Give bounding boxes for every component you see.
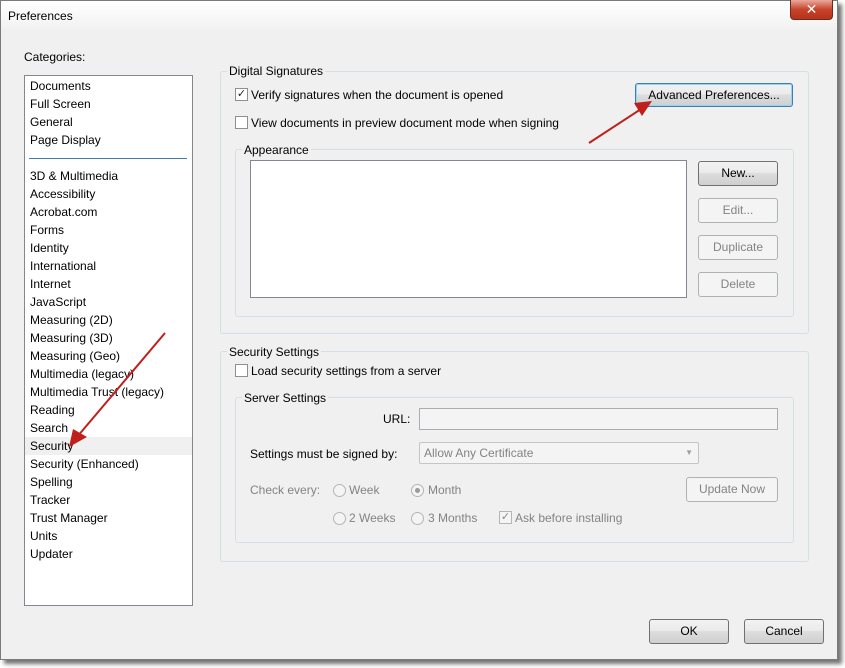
close-icon: ✕ bbox=[805, 1, 818, 17]
signed-by-select[interactable]: Allow Any Certificate ▼ bbox=[419, 442, 699, 464]
week-label[interactable]: Week bbox=[349, 483, 379, 497]
check-icon: ✓ bbox=[236, 88, 247, 100]
security-settings-title: Security Settings bbox=[227, 345, 322, 359]
three-months-radio[interactable] bbox=[411, 512, 424, 525]
two-weeks-radio[interactable] bbox=[333, 512, 346, 525]
signed-by-label: Settings must be signed by: bbox=[250, 447, 398, 461]
category-item[interactable]: Multimedia (legacy) bbox=[25, 365, 192, 383]
category-item[interactable]: General bbox=[25, 113, 192, 131]
category-item[interactable]: Spelling bbox=[25, 473, 192, 491]
week-radio[interactable] bbox=[333, 484, 346, 497]
month-radio[interactable] bbox=[411, 484, 424, 497]
category-item[interactable]: Measuring (2D) bbox=[25, 311, 192, 329]
dropdown-arrow-icon: ▼ bbox=[685, 448, 693, 457]
categories-separator bbox=[29, 158, 187, 159]
edit-appearance-button[interactable]: Edit... bbox=[698, 198, 778, 223]
appearance-title: Appearance bbox=[242, 143, 311, 157]
digital-signatures-title: Digital Signatures bbox=[227, 64, 326, 78]
signed-by-value: Allow Any Certificate bbox=[424, 446, 534, 460]
category-item[interactable]: International bbox=[25, 257, 192, 275]
categories-list[interactable]: Documents Full Screen General Page Display 3… bbox=[24, 75, 193, 606]
duplicate-appearance-button[interactable]: Duplicate bbox=[698, 235, 778, 260]
server-settings-title: Server Settings bbox=[242, 391, 329, 405]
three-months-label[interactable]: 3 Months bbox=[428, 511, 477, 525]
load-security-label[interactable]: Load security settings from a server bbox=[251, 364, 441, 378]
preview-mode-checkbox[interactable] bbox=[235, 116, 248, 129]
title-bar: Preferences ✕ bbox=[1, 0, 837, 29]
category-item[interactable]: Security bbox=[25, 437, 192, 455]
cancel-button[interactable]: Cancel bbox=[744, 619, 824, 644]
category-item[interactable]: Security (Enhanced) bbox=[25, 455, 192, 473]
category-item[interactable]: Full Screen bbox=[25, 95, 192, 113]
categories-label: Categories: bbox=[24, 50, 86, 64]
close-button[interactable]: ✕ bbox=[790, 0, 833, 20]
category-item[interactable]: Identity bbox=[25, 239, 192, 257]
verify-signatures-checkbox[interactable]: ✓ bbox=[235, 88, 248, 101]
check-icon: ✓ bbox=[500, 511, 511, 523]
window-title: Preferences bbox=[8, 9, 73, 23]
category-item[interactable]: Multimedia Trust (legacy) bbox=[25, 383, 192, 401]
category-item[interactable]: Internet bbox=[25, 275, 192, 293]
category-item[interactable]: Updater bbox=[25, 545, 192, 563]
category-item[interactable]: Trust Manager bbox=[25, 509, 192, 527]
ask-before-installing-checkbox[interactable]: ✓ bbox=[499, 511, 512, 524]
category-item[interactable]: Measuring (Geo) bbox=[25, 347, 192, 365]
url-field[interactable] bbox=[419, 408, 778, 430]
category-item[interactable]: Tracker bbox=[25, 491, 192, 509]
load-security-checkbox[interactable] bbox=[235, 364, 248, 377]
check-every-label: Check every: bbox=[250, 483, 321, 497]
category-item[interactable]: Page Display bbox=[25, 131, 192, 149]
advanced-preferences-button[interactable]: Advanced Preferences... bbox=[635, 83, 793, 107]
appearance-list[interactable] bbox=[250, 160, 687, 298]
category-item[interactable]: JavaScript bbox=[25, 293, 192, 311]
preferences-dialog: Preferences ✕ Categories: Documents Full … bbox=[0, 0, 838, 660]
month-label[interactable]: Month bbox=[428, 483, 461, 497]
category-item[interactable]: Measuring (3D) bbox=[25, 329, 192, 347]
delete-appearance-button[interactable]: Delete bbox=[698, 272, 778, 297]
category-item[interactable]: Forms bbox=[25, 221, 192, 239]
ok-button[interactable]: OK bbox=[649, 619, 729, 644]
category-item[interactable]: Search bbox=[25, 419, 192, 437]
category-item[interactable]: 3D & Multimedia bbox=[25, 167, 192, 185]
category-item[interactable]: Accessibility bbox=[25, 185, 192, 203]
category-item[interactable]: Acrobat.com bbox=[25, 203, 192, 221]
ask-before-installing-label[interactable]: Ask before installing bbox=[515, 511, 622, 525]
verify-signatures-label[interactable]: Verify signatures when the document is o… bbox=[251, 88, 503, 102]
new-appearance-button[interactable]: New... bbox=[698, 161, 778, 186]
category-item[interactable]: Documents bbox=[25, 77, 192, 95]
update-now-button[interactable]: Update Now bbox=[686, 477, 778, 502]
category-item[interactable]: Units bbox=[25, 527, 192, 545]
category-item[interactable]: Reading bbox=[25, 401, 192, 419]
two-weeks-label[interactable]: 2 Weeks bbox=[349, 511, 395, 525]
url-label: URL: bbox=[383, 412, 411, 426]
preview-mode-label[interactable]: View documents in preview document mode … bbox=[251, 116, 559, 130]
